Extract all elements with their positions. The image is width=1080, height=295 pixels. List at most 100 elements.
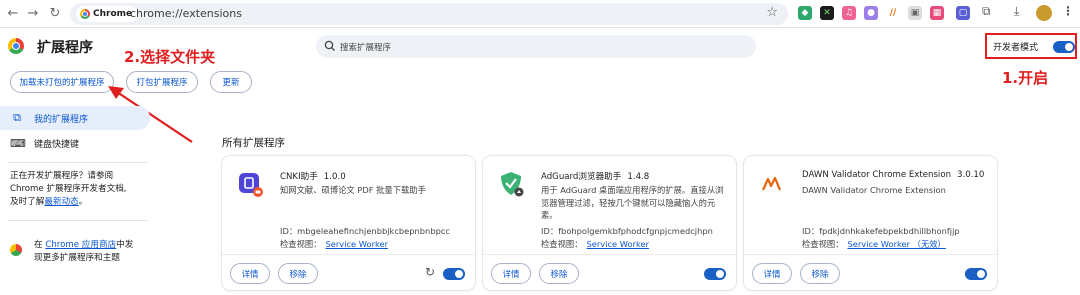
keyboard-icon: ⌨: [10, 136, 26, 150]
extension-title: AdGuard浏览器助手: [541, 172, 622, 182]
site-chip-label: Chrome: [93, 9, 133, 19]
annotation-step-2: 2.选择文件夹: [124, 48, 216, 66]
reload-extension-icon[interactable]: ↻: [425, 265, 435, 279]
extensions-logo-icon: [8, 38, 24, 54]
dawn-toolbar-icon[interactable]: ∕∕: [886, 6, 900, 20]
dev-hint-suffix: 。: [78, 197, 88, 207]
site-chip[interactable]: Chrome: [76, 6, 139, 22]
chrome-logo-icon: [80, 9, 90, 19]
dev-mode-label: 开发者模式: [993, 43, 1039, 53]
extension-id: ID：mbgeleahefinchjenbbjkcbepnbnbpcc: [280, 225, 450, 237]
service-worker-link[interactable]: Service Worker （无效）: [848, 239, 946, 249]
extension-version: 1.4.8: [627, 172, 650, 182]
load-unpacked-button[interactable]: 加载未打包的扩展程序: [10, 71, 114, 93]
card-divider: [483, 254, 736, 255]
remove-button[interactable]: 移除: [278, 263, 318, 284]
bookmark-star-icon[interactable]: ☆: [766, 5, 778, 20]
service-worker-link[interactable]: Service Worker: [587, 239, 650, 249]
extension-icon-1[interactable]: ◆: [798, 6, 812, 20]
page-title: 扩展程序: [37, 40, 93, 56]
reload-icon[interactable]: ↻: [46, 5, 64, 23]
extension-enable-toggle[interactable]: [443, 268, 465, 280]
download-icon[interactable]: ⤓: [1014, 4, 1019, 19]
puzzle-icon: ⧉: [13, 111, 21, 124]
forward-icon[interactable]: →: [24, 5, 42, 23]
webstore-line-1: 在 Chrome 应用商店中发: [34, 239, 154, 252]
extension-card: AdGuard浏览器助手 1.4.8 用于 AdGuard 桌面端应用程序的扩展。…: [483, 156, 736, 290]
back-icon[interactable]: ←: [4, 5, 22, 23]
sidebar-divider: [8, 220, 148, 221]
sidebar-item-keyboard-shortcuts[interactable]: ⌨ 键盘快捷键: [0, 131, 150, 155]
menu-kebab-icon[interactable]: ⋮: [1062, 4, 1074, 18]
webstore-text: 在 Chrome 应用商店中发 现更多扩展程序和主题: [34, 239, 154, 265]
inspect-views-label: 检查视图：: [541, 239, 583, 249]
adguard-shield-icon: [501, 172, 524, 197]
webstore-suffix: 中发: [116, 240, 134, 250]
cnki-icon: [239, 173, 263, 197]
extension-card: DAWN Validator Chrome Extension 3.0.10 DA…: [744, 156, 997, 290]
dev-mode-toggle[interactable]: [1053, 41, 1075, 53]
extension-icon-4[interactable]: ●: [864, 6, 878, 20]
browser-toolbar: ← → ↻ Chrome chrome://extensions ☆ ◆ ✕ ♫…: [0, 0, 1080, 28]
extension-icon-2[interactable]: ✕: [820, 6, 834, 20]
extension-icon-3[interactable]: ♫: [842, 6, 856, 20]
latest-news-link[interactable]: 最新动态: [44, 197, 78, 207]
id-label: ID：: [280, 226, 298, 236]
dev-hint-line-3: 及时了解最新动态。: [10, 196, 145, 209]
extension-name: AdGuard浏览器助手 1.4.8: [541, 170, 649, 182]
id-value: fpdkjdnhkakefebpekbdhillbhonfjjp: [819, 226, 960, 236]
inspect-views: 检查视图： Service Worker: [541, 238, 649, 250]
sidebar-item-my-extensions[interactable]: ⧉ 我的扩展程序: [0, 106, 150, 130]
extension-description: DAWN Validator Chrome Extension: [802, 185, 946, 195]
inspect-views-label: 检查视图：: [802, 239, 844, 249]
sidebar-divider: [8, 162, 148, 163]
id-value: fbohpolgemkbfphodcfgnpjcmedcjhpn: [558, 226, 713, 236]
remove-button[interactable]: 移除: [800, 263, 840, 284]
dev-hint-line-2: Chrome 扩展程序开发者文档,: [10, 184, 127, 194]
dev-mode-highlight-box: 开发者模式: [985, 33, 1077, 59]
search-input[interactable]: 搜索扩展程序: [316, 35, 756, 58]
search-icon: [324, 40, 335, 51]
sidebar-item-label: 我的扩展程序: [34, 114, 89, 125]
dev-hint-prefix: 及时了解: [10, 197, 45, 207]
extension-enable-toggle[interactable]: [704, 268, 726, 280]
address-bar[interactable]: Chrome chrome://extensions ☆: [70, 3, 788, 25]
id-label: ID：: [541, 226, 559, 236]
annotation-step-1: 1.开启: [1002, 69, 1049, 87]
card-divider: [744, 254, 997, 255]
extension-title: DAWN Validator Chrome Extension: [802, 170, 952, 180]
extension-icon-8[interactable]: ▢: [956, 6, 970, 20]
webstore-link[interactable]: Chrome 应用商店: [45, 240, 116, 250]
webstore-line-2: 现更多扩展程序和主题: [34, 253, 120, 263]
extension-icon-7[interactable]: ▦: [930, 6, 944, 20]
id-value: mbgeleahefinchjenbbjkcbepnbnbpcc: [297, 226, 450, 236]
chrome-extensions-page: ← → ↻ Chrome chrome://extensions ☆ ◆ ✕ ♫…: [0, 0, 1080, 295]
details-button[interactable]: 详情: [230, 263, 270, 284]
extension-version: 3.0.10: [957, 170, 985, 180]
details-button[interactable]: 详情: [491, 263, 531, 284]
inspect-views: 检查视图： Service Worker （无效）: [802, 238, 946, 250]
chrome-webstore-icon: [10, 244, 22, 256]
extension-title: CNKI助手: [280, 172, 318, 182]
details-button[interactable]: 详情: [752, 263, 792, 284]
update-button[interactable]: 更新: [210, 71, 252, 93]
extension-id: ID：fpdkjdnhkakefebpekbdhillbhonfjjp: [802, 225, 960, 237]
extensions-puzzle-icon[interactable]: ⧉: [982, 4, 991, 19]
dev-hint-text: 正在开发扩展程序？请参阅 Chrome 扩展程序开发者文档, 及时了解最新动态。: [10, 170, 145, 209]
card-divider: [222, 254, 475, 255]
inspect-views-label: 检查视图：: [280, 239, 322, 249]
sidebar-item-label: 键盘快捷键: [34, 139, 80, 150]
section-title: 所有扩展程序: [222, 137, 285, 149]
webstore-prefix: 在: [34, 240, 43, 250]
extension-description: 知网文献、硕博论文 PDF 批量下载助手: [280, 185, 426, 195]
extension-icon-6[interactable]: ▣: [908, 6, 922, 20]
extension-name: CNKI助手 1.0.0: [280, 170, 346, 182]
inspect-views: 检查视图： Service Worker: [280, 238, 388, 250]
url-text[interactable]: chrome://extensions: [130, 7, 242, 20]
remove-button[interactable]: 移除: [539, 263, 579, 284]
service-worker-link[interactable]: Service Worker: [326, 239, 389, 249]
extension-name: DAWN Validator Chrome Extension 3.0.10: [802, 170, 984, 180]
search-placeholder: 搜索扩展程序: [340, 43, 392, 53]
extension-enable-toggle[interactable]: [965, 268, 987, 280]
profile-avatar[interactable]: [1036, 5, 1052, 21]
